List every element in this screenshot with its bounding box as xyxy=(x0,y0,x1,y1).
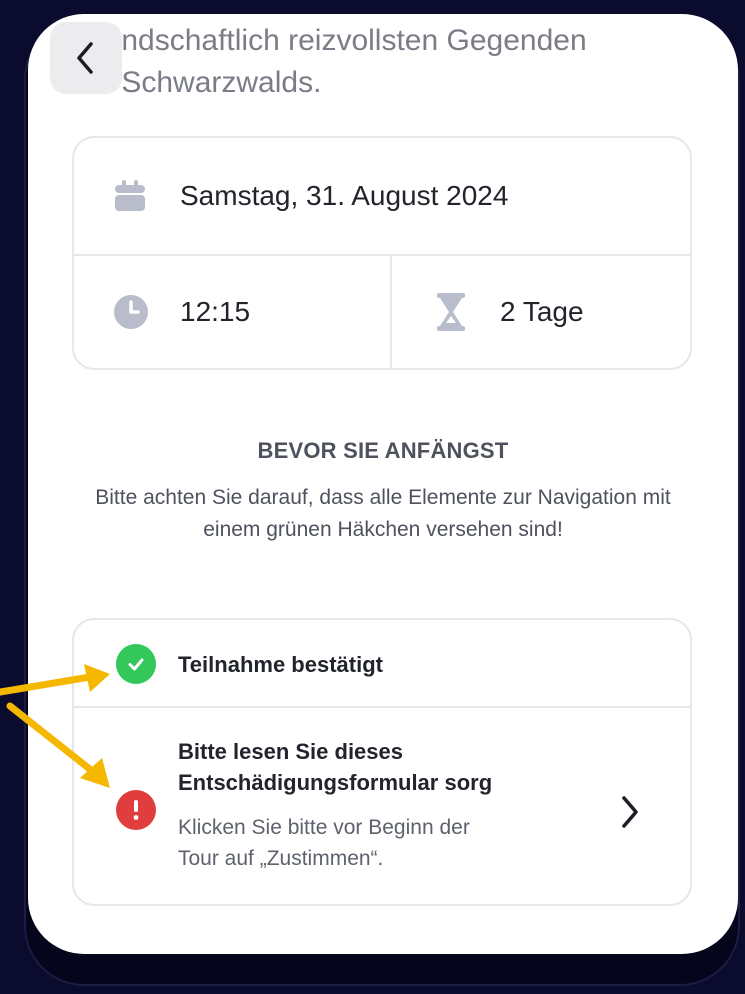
clock-icon xyxy=(114,295,148,329)
tour-date: Samstag, 31. August 2024 xyxy=(180,180,509,211)
intro-line-1: landschaftlich reizvollsten Gegenden xyxy=(98,24,587,57)
checklist-item-participation: Teilnahme bestätigt xyxy=(74,620,690,708)
form-item-text: Bitte lesen Sie dieses Entschädigungsfor… xyxy=(178,736,598,874)
duration-cell: 2 Tage xyxy=(392,256,690,368)
tour-description-excerpt: landschaftlich reizvollsten Gegenden s S… xyxy=(98,20,718,104)
date-row: Samstag, 31. August 2024 xyxy=(74,138,690,256)
intro-line-2: s Schwarzwalds. xyxy=(98,66,322,99)
participation-status-label: Teilnahme bestätigt xyxy=(178,652,383,677)
section-heading: BEVOR SIE ANFÄNGST xyxy=(257,438,509,463)
tour-start-time: 12:15 xyxy=(180,296,251,327)
tour-duration: 2 Tage xyxy=(500,296,584,327)
chevron-left-icon xyxy=(77,42,93,74)
calendar-icon xyxy=(115,180,145,211)
hourglass-icon xyxy=(437,293,465,331)
form-item-subtitle-line-1: Klicken Sie bitte vor Beginn der xyxy=(178,816,470,839)
app-screen: landschaftlich reizvollsten Gegenden s S… xyxy=(28,14,738,954)
exclamation-circle-icon xyxy=(116,790,156,830)
back-button[interactable] xyxy=(50,22,122,94)
tour-info-card: Samstag, 31. August 2024 12:15 2 Tage xyxy=(72,136,692,370)
form-item-title-line-2: Entschädigungsformular sorg xyxy=(178,770,493,795)
checklist-card: Teilnahme bestätigt Bitte lesen Sie dies… xyxy=(72,618,692,906)
check-circle-icon xyxy=(116,644,156,684)
form-item-title-line-1: Bitte lesen Sie dieses xyxy=(178,739,403,764)
chevron-right-icon[interactable] xyxy=(618,792,642,832)
time-cell: 12:15 xyxy=(74,256,392,368)
checklist-item-compensation-form[interactable]: Bitte lesen Sie dieses Entschädigungsfor… xyxy=(74,708,690,904)
section-description: Bitte achten Sie darauf, dass alle Eleme… xyxy=(95,486,671,541)
form-item-subtitle-line-2: Tour auf „Zustimmen“. xyxy=(178,847,384,870)
